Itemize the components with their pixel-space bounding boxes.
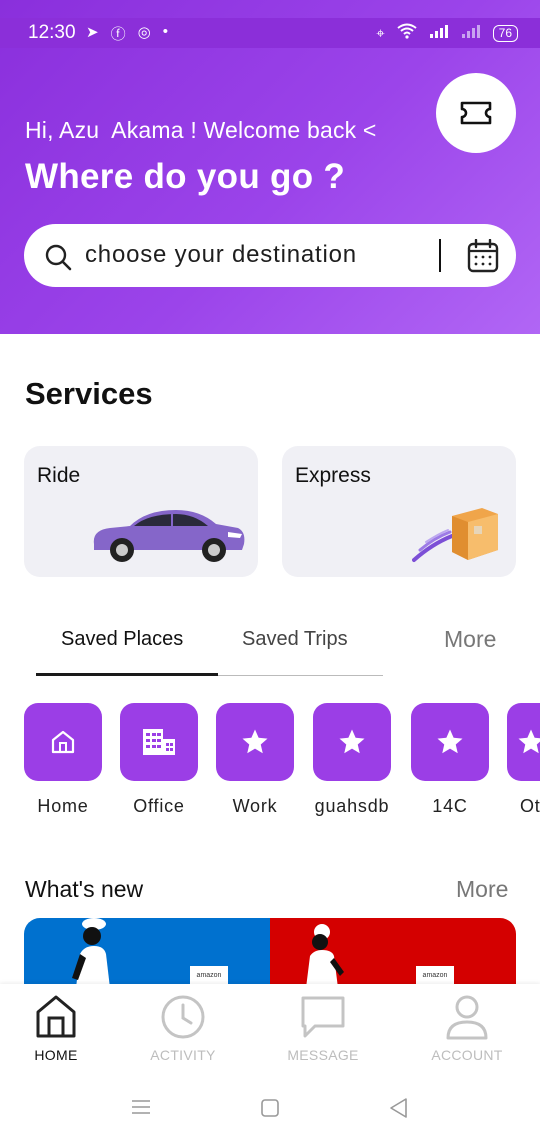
- saved-place-clip: Ot: [507, 703, 540, 823]
- saved-place-tile[interactable]: [24, 703, 102, 781]
- page-title: Where do you go ?: [25, 157, 346, 196]
- signal-2-icon: [461, 23, 481, 43]
- saved-place-tile[interactable]: [411, 703, 489, 781]
- whats-new-title: What's new: [25, 876, 144, 902]
- shopping-bag-icon: amazon: [416, 966, 454, 986]
- whats-new-more-link[interactable]: More: [456, 876, 508, 903]
- nav-account[interactable]: ACCOUNT: [417, 994, 517, 1063]
- tab-more[interactable]: More: [444, 626, 496, 653]
- message-icon: [301, 996, 345, 1038]
- saved-place-work[interactable]: Work: [216, 703, 294, 816]
- app-notification-icon: ➤: [86, 24, 99, 41]
- saved-place-tile[interactable]: [120, 703, 198, 781]
- saved-place-home[interactable]: Home: [24, 703, 102, 816]
- star-icon: [339, 729, 365, 754]
- promo-banner-left[interactable]: amazon: [24, 918, 270, 986]
- nav-activity[interactable]: ACTIVITY: [133, 994, 233, 1063]
- saved-place-office[interactable]: Office: [120, 703, 198, 816]
- home-icon: [36, 995, 76, 1038]
- facebook-icon: ⓕ: [110, 26, 126, 43]
- ticket-button[interactable]: [436, 73, 516, 153]
- saved-place-tile[interactable]: [507, 703, 540, 781]
- nav-activity-label: ACTIVITY: [150, 1047, 216, 1063]
- car-icon: [93, 510, 245, 562]
- nav-home[interactable]: HOME: [6, 994, 106, 1063]
- instagram-icon: ◎: [137, 24, 151, 41]
- saved-place-guahsdb[interactable]: guahsdb: [313, 703, 391, 816]
- search-divider: [439, 239, 441, 272]
- tab-saved-trips[interactable]: Saved Trips: [242, 628, 348, 651]
- service-card-express[interactable]: Express: [282, 446, 516, 577]
- nav-account-label: ACCOUNT: [431, 1047, 503, 1063]
- search-bar[interactable]: choose your destination: [24, 224, 516, 287]
- location-icon: ⌖: [376, 24, 385, 42]
- service-label-express: Express: [295, 464, 371, 487]
- services-title: Services: [25, 376, 153, 411]
- status-bar: 12:30 ➤ ⓕ ◎ • ⌖ 76: [0, 18, 540, 48]
- saved-place-14c[interactable]: 14C: [411, 703, 489, 816]
- menu-icon[interactable]: [131, 1098, 151, 1116]
- search-icon: [45, 244, 72, 271]
- ticket-icon: [460, 101, 492, 125]
- tab-saved-places[interactable]: Saved Places: [61, 628, 183, 651]
- battery-indicator: 76: [492, 24, 518, 42]
- saved-place-label: 14C: [432, 796, 468, 816]
- search-input[interactable]: choose your destination: [85, 241, 357, 269]
- delivery-person-illustration: [72, 918, 110, 986]
- home-square-icon[interactable]: [260, 1098, 280, 1118]
- saved-place-label: Work: [232, 796, 278, 816]
- bottom-navigation: HOME ACTIVITY MESSAGE ACCOUNT: [0, 984, 540, 1140]
- star-icon: [242, 729, 268, 754]
- service-label-ride: Ride: [37, 464, 81, 487]
- wifi-icon: [397, 23, 417, 43]
- user-icon: [446, 995, 488, 1040]
- building-icon: [143, 729, 175, 755]
- nav-home-label: HOME: [34, 1047, 78, 1063]
- saved-place-label: Office: [133, 796, 185, 816]
- nav-message-label: MESSAGE: [287, 1047, 359, 1063]
- status-time: 12:30: [28, 22, 76, 43]
- star-icon: [518, 729, 540, 754]
- saved-place-label: Home: [37, 796, 89, 816]
- saved-place-label: guahsdb: [314, 796, 390, 816]
- greeting-text: Hi, Azu Akama ! Welcome back <: [25, 117, 377, 143]
- back-triangle-icon[interactable]: [388, 1097, 408, 1119]
- saved-place-other[interactable]: Ot: [507, 703, 540, 816]
- signal-icon: [429, 23, 449, 43]
- saved-place-tile[interactable]: [313, 703, 391, 781]
- nav-message[interactable]: MESSAGE: [273, 994, 373, 1063]
- tab-active-indicator: [36, 673, 218, 676]
- package-icon: [412, 508, 498, 562]
- service-card-ride[interactable]: Ride: [24, 446, 258, 577]
- saved-place-label: Ot: [520, 796, 540, 816]
- shopping-bag-icon: amazon: [190, 966, 228, 986]
- dot-icon: •: [162, 23, 168, 40]
- clock-icon: [161, 995, 205, 1039]
- promo-banner-right[interactable]: amazon: [270, 918, 516, 986]
- home-icon: [51, 730, 75, 754]
- saved-place-tile[interactable]: [216, 703, 294, 781]
- star-icon: [437, 729, 463, 754]
- delivery-person-illustration: [306, 924, 344, 986]
- calendar-icon[interactable]: [467, 239, 499, 273]
